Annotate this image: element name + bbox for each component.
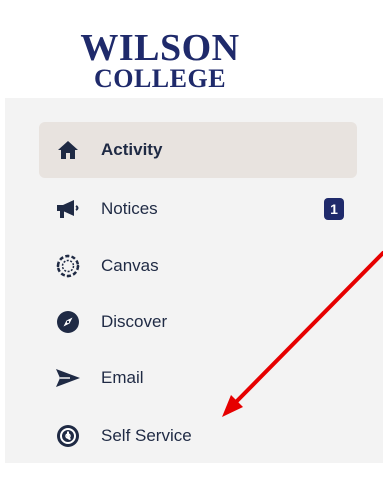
notices-count-badge: 1 [324, 198, 344, 220]
sidebar-item-label: Self Service [101, 426, 192, 445]
sidebar-item-self-service[interactable]: Self Service [39, 408, 357, 464]
sidebar-item-label: Activity [101, 140, 163, 159]
send-icon [55, 365, 81, 391]
sidebar-item-discover[interactable]: Discover [39, 294, 357, 350]
sidebar-item-activity[interactable]: Activity [39, 122, 357, 178]
sidebar-item-canvas[interactable]: Canvas [39, 238, 357, 294]
canvas-icon [55, 253, 81, 279]
self-service-icon [55, 423, 81, 449]
megaphone-icon [55, 196, 81, 222]
logo-line-2: COLLEGE [93, 64, 227, 93]
logo-line-1: WILSON [80, 27, 240, 69]
compass-icon [55, 309, 81, 335]
sidebar-item-email[interactable]: Email [39, 350, 357, 406]
sidebar-item-label: Notices [101, 199, 158, 218]
sidebar-item-label: Email [101, 368, 144, 387]
sidebar-item-notices[interactable]: Notices 1 [39, 181, 357, 237]
sidebar-item-label: Canvas [101, 256, 159, 275]
wilson-college-logo: WILSON COLLEGE [60, 27, 260, 93]
home-icon [55, 137, 81, 163]
sidebar-item-label: Discover [101, 312, 168, 331]
